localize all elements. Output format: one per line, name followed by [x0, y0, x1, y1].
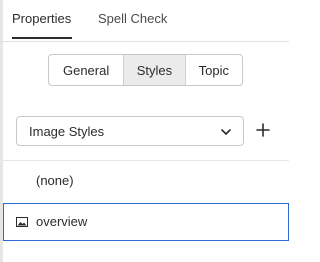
tab-bar: Properties Spell Check — [0, 0, 289, 42]
style-label: overview — [36, 214, 88, 229]
segment-general[interactable]: General — [49, 55, 123, 85]
active-tab-indicator — [12, 37, 72, 39]
tab-properties[interactable]: Properties — [12, 11, 71, 26]
segment-styles[interactable]: Styles — [123, 55, 185, 85]
dropdown-value: Image Styles — [29, 124, 105, 139]
plus-icon[interactable] — [254, 121, 272, 139]
chevron-down-icon — [221, 129, 231, 135]
image-icon — [16, 217, 28, 227]
list-divider — [3, 160, 289, 161]
style-label: (none) — [36, 173, 74, 188]
style-list-item[interactable]: (none) — [3, 163, 289, 201]
style-type-dropdown[interactable]: Image Styles — [16, 116, 244, 146]
segment-topic[interactable]: Topic — [184, 55, 242, 85]
view-segmented-control: General Styles Topic — [48, 54, 243, 86]
tab-spell-check[interactable]: Spell Check — [98, 11, 167, 26]
style-list-item[interactable]: overview — [3, 203, 289, 241]
